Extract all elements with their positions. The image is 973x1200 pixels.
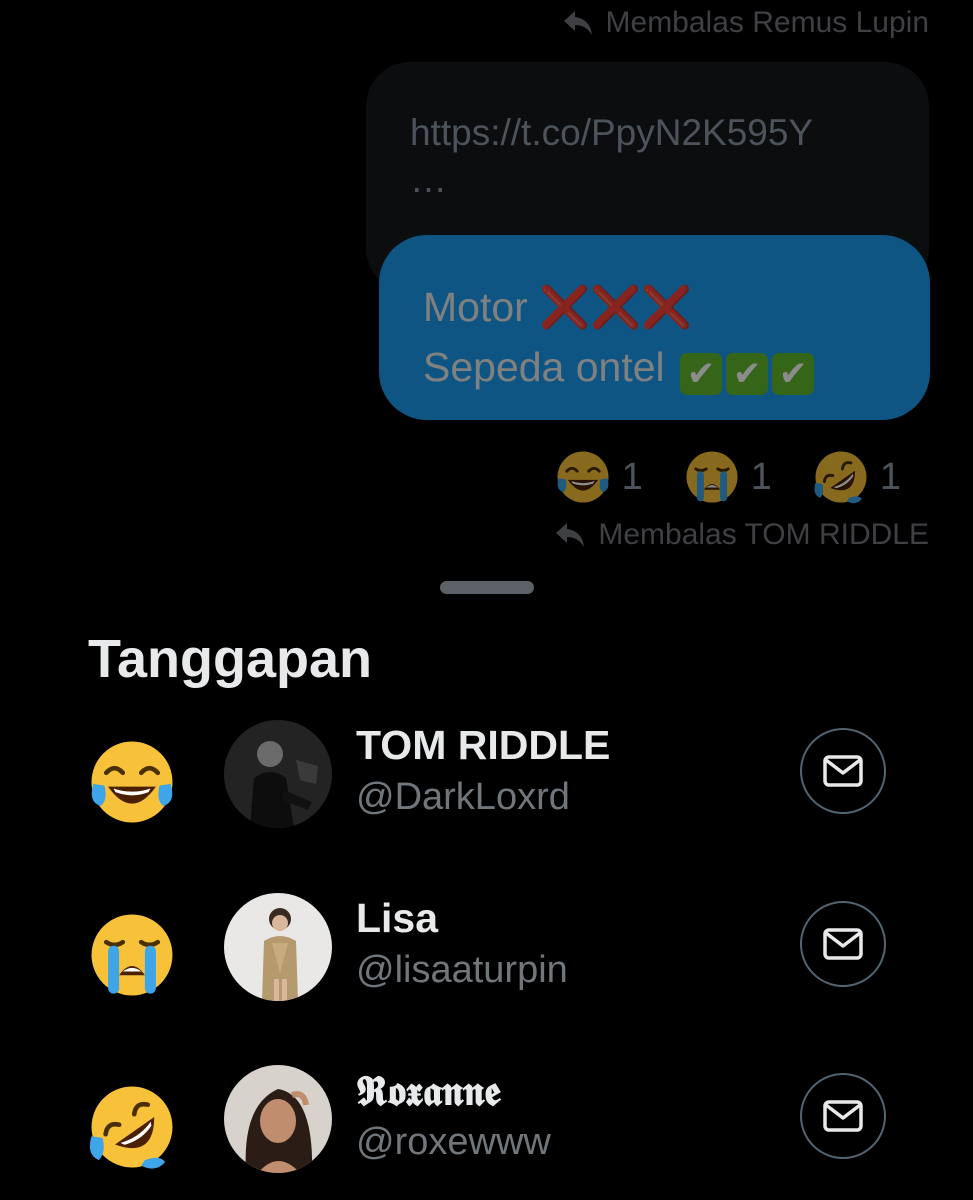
tears-of-joy-emoji-icon (554, 448, 612, 506)
replying-to-label: Membalas Remus Lupin (562, 6, 929, 40)
rofl-emoji-icon (86, 1081, 178, 1173)
reply-arrow-icon (562, 9, 594, 37)
link-ellipsis: … (410, 158, 447, 200)
replying-to-text: Membalas TOM RIDDLE (598, 518, 929, 551)
reply-arrow-icon (554, 521, 586, 549)
message-line-1-text: Motor (423, 284, 528, 330)
loudly-crying-emoji-icon (86, 909, 178, 1001)
avatar[interactable] (224, 893, 332, 1001)
user-handle: @roxewww (356, 1121, 551, 1163)
reaction-chip[interactable]: 1 (683, 448, 772, 506)
reactions-bottom-sheet: Tanggapan TOM RIDDLE @DarkLoxrd Lisa @li… (0, 560, 973, 1200)
reaction-count: 1 (879, 455, 901, 498)
reaction-count: 1 (621, 455, 643, 498)
message-line-2-text: Sepeda ontel (423, 344, 665, 390)
avatar[interactable] (224, 720, 332, 828)
replying-to-label: Membalas TOM RIDDLE (554, 518, 929, 552)
send-message-button[interactable] (800, 901, 886, 987)
envelope-icon (822, 1099, 864, 1133)
check-mark-icon: ✔ (680, 353, 723, 395)
user-display-name[interactable]: Lisa (356, 895, 438, 942)
user-display-name[interactable]: 𝕽𝖔𝖝𝖆𝖓𝖓𝖊 (356, 1067, 500, 1116)
user-handle: @lisaaturpin (356, 949, 568, 991)
send-message-button[interactable] (800, 1073, 886, 1159)
sheet-drag-handle[interactable] (440, 581, 534, 594)
sheet-title: Tanggapan (88, 629, 373, 689)
loudly-crying-emoji-icon (683, 448, 741, 506)
message-line-2: Sepeda ontel ✔ ✔ ✔ (423, 337, 886, 397)
user-display-name[interactable]: TOM RIDDLE (356, 722, 610, 769)
rofl-emoji-icon (812, 448, 870, 506)
reaction-user-row[interactable]: TOM RIDDLE @DarkLoxrd (0, 720, 973, 840)
envelope-icon (822, 927, 864, 961)
reaction-user-row[interactable]: Lisa @lisaaturpin (0, 893, 973, 1013)
link-text[interactable]: https://t.co/PpyN2K595Y (410, 112, 813, 153)
replying-to-text: Membalas Remus Lupin (605, 6, 929, 39)
avatar[interactable] (224, 1065, 332, 1173)
send-message-button[interactable] (800, 728, 886, 814)
sent-message-bubble[interactable]: Motor ❌❌❌ Sepeda ontel ✔ ✔ ✔ (379, 235, 930, 420)
tears-of-joy-emoji-icon (86, 736, 178, 828)
message-reactions[interactable]: 1 1 1 (554, 448, 901, 506)
reaction-count: 1 (750, 455, 772, 498)
user-handle: @DarkLoxrd (356, 776, 570, 818)
cross-mark-emojis: ❌❌❌ (539, 284, 693, 330)
reaction-chip[interactable]: 1 (554, 448, 643, 506)
check-mark-icon: ✔ (772, 353, 815, 395)
reaction-chip[interactable]: 1 (812, 448, 901, 506)
reaction-user-row[interactable]: 𝕽𝖔𝖝𝖆𝖓𝖓𝖊 @roxewww (0, 1065, 973, 1185)
check-mark-icon: ✔ (726, 353, 769, 395)
envelope-icon (822, 754, 864, 788)
message-line-1: Motor ❌❌❌ (423, 277, 886, 337)
